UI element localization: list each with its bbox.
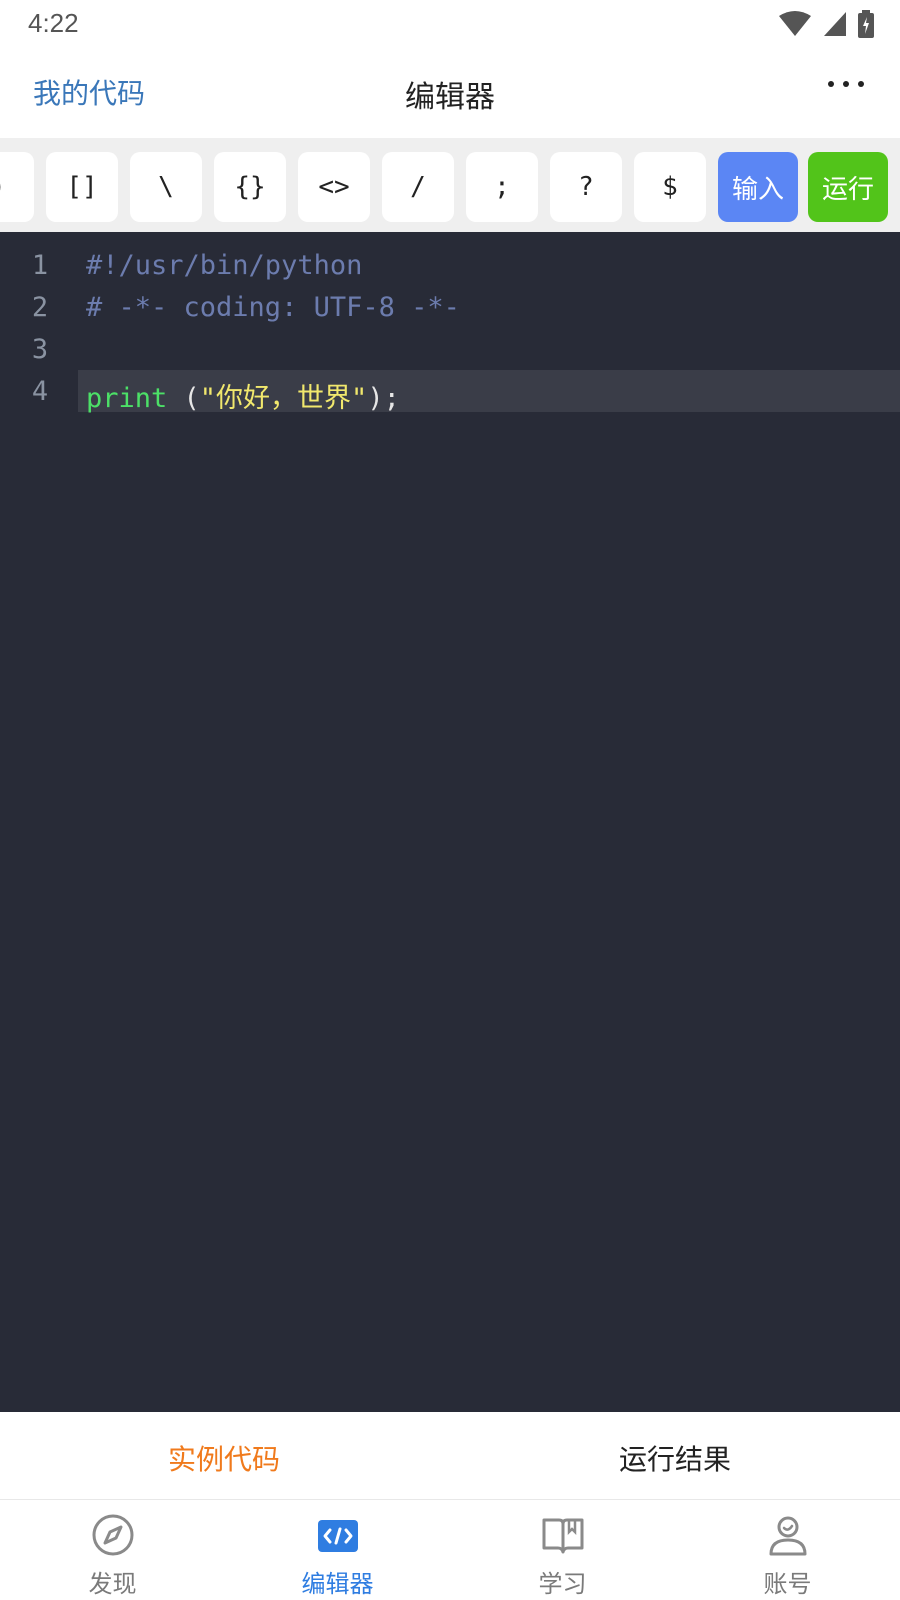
key-dollar[interactable]: $ [634,152,706,222]
key-angle-brackets[interactable]: <> [298,152,370,222]
nav-item-learn[interactable]: 学习 [450,1500,675,1600]
key-close-paren[interactable]: ) [0,152,34,222]
nav-item-editor[interactable]: 编辑器 [225,1500,450,1600]
key-slash[interactable]: / [382,152,454,222]
key-backslash[interactable]: \ [130,152,202,222]
code-line: 1 #!/usr/bin/python [0,244,900,286]
code-editor[interactable]: 1 #!/usr/bin/python 2 # -*- coding: UTF-… [0,232,900,1412]
page-title: 编辑器 [405,80,495,115]
result-tabs: 实例代码 运行结果 [0,1412,900,1500]
symbol-toolbar: ) [] \ {} <> / ; ? $ 输入 运行 [0,138,900,232]
key-brackets[interactable]: [] [46,152,118,222]
punctuation-token: ( [167,383,200,414]
nav-label: 学习 [538,1570,587,1598]
status-time: 4:22 [28,8,79,38]
code-line: 3 [0,328,900,370]
keyword-token: print [86,383,168,414]
code-text: # -*- coding: UTF-8 -*- [86,292,460,323]
tab-run-result[interactable]: 运行结果 [619,1438,731,1478]
key-semicolon[interactable]: ; [466,152,538,222]
nav-item-discover[interactable]: 发现 [0,1500,225,1600]
status-icons [778,10,874,38]
nav-label: 编辑器 [301,1570,374,1598]
key-question[interactable]: ? [550,152,622,222]
nav-label: 账号 [763,1570,812,1598]
code-line: 2 # -*- coding: UTF-8 -*- [0,286,900,328]
punctuation-token: ); [367,383,400,414]
wifi-icon [779,11,811,36]
line-number: 2 [31,292,49,323]
more-options-icon[interactable] [828,74,864,94]
tab-example-code[interactable]: 实例代码 [168,1438,280,1478]
user-icon [769,1516,806,1556]
code-text: print ("你好，世界"); [86,376,400,415]
app-header: 我的代码 编辑器 [0,50,900,138]
nav-label: 发现 [88,1570,137,1598]
line-number: 1 [31,250,49,281]
compass-icon [92,1514,133,1556]
active-code-line: 4 print ("你好，世界"); [0,370,900,415]
bottom-navigation: 发现 编辑器 学习 账号 [0,1500,900,1600]
signal-icon [824,12,846,36]
code-text: #!/usr/bin/python [86,250,363,281]
book-icon [542,1518,583,1554]
code-icon [317,1520,358,1552]
run-button[interactable]: 运行 [808,152,888,222]
key-braces[interactable]: {} [214,152,286,222]
nav-item-account[interactable]: 账号 [675,1500,900,1600]
line-number: 3 [31,334,49,365]
string-token: "你好，世界" [199,383,368,414]
line-number: 4 [31,376,49,407]
input-button[interactable]: 输入 [718,152,798,222]
battery-icon [858,10,874,38]
status-bar: 4:22 [0,0,900,50]
